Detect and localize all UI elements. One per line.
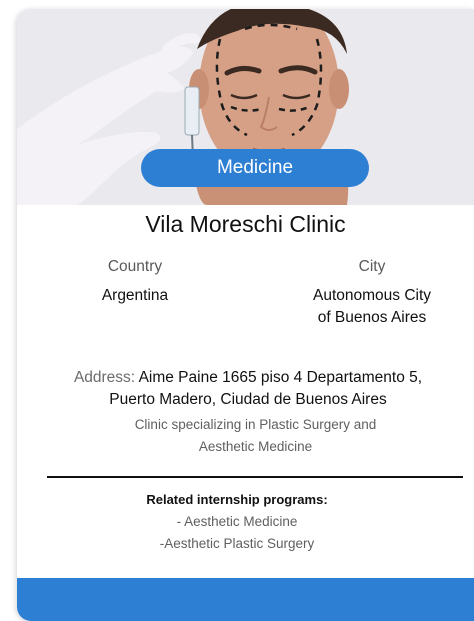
related-programs-title: Related internship programs: [146,492,328,507]
address-block: Address: Aime Paine 1665 piso 4 Departam… [22,367,474,411]
city-label: City [358,258,386,275]
address-label: Address: [73,369,136,386]
address-line2: Puerto Madero, Ciudad de Buenos Aires [109,391,387,408]
country-value: Argentina [101,287,169,304]
city-value-line2: of Buenos Aires [317,309,427,326]
city-block: City Autonomous City of Buenos Aires [287,257,457,329]
clinic-name: Vila Moreschi Clinic [145,211,346,237]
address-line1-row: Address: Aime Paine 1665 piso 4 Departam… [22,367,474,389]
related-program-item[interactable]: - Aesthetic Medicine [0,512,474,532]
section-divider [47,476,463,478]
category-badge: Medicine [141,149,369,187]
related-program-item[interactable]: -Aesthetic Plastic Surgery [0,534,474,554]
clinic-description: Clinic specializing in Plastic Surgery a… [77,414,434,458]
city-value-line1: Autonomous City [312,287,432,304]
country-label: Country [107,258,163,275]
description-line2: Aesthetic Medicine [198,439,313,454]
address-line1: Aime Paine 1665 piso 4 Departamento 5, [138,369,423,386]
city-value: Autonomous City of Buenos Aires [287,285,457,329]
clinic-photo: Medicine [17,9,474,205]
related-programs: Related internship programs: - Aesthetic… [0,490,474,554]
card-footer-bar[interactable] [17,578,474,621]
country-block: Country Argentina [75,257,195,307]
description-line1: Clinic specializing in Plastic Surgery a… [134,417,377,432]
